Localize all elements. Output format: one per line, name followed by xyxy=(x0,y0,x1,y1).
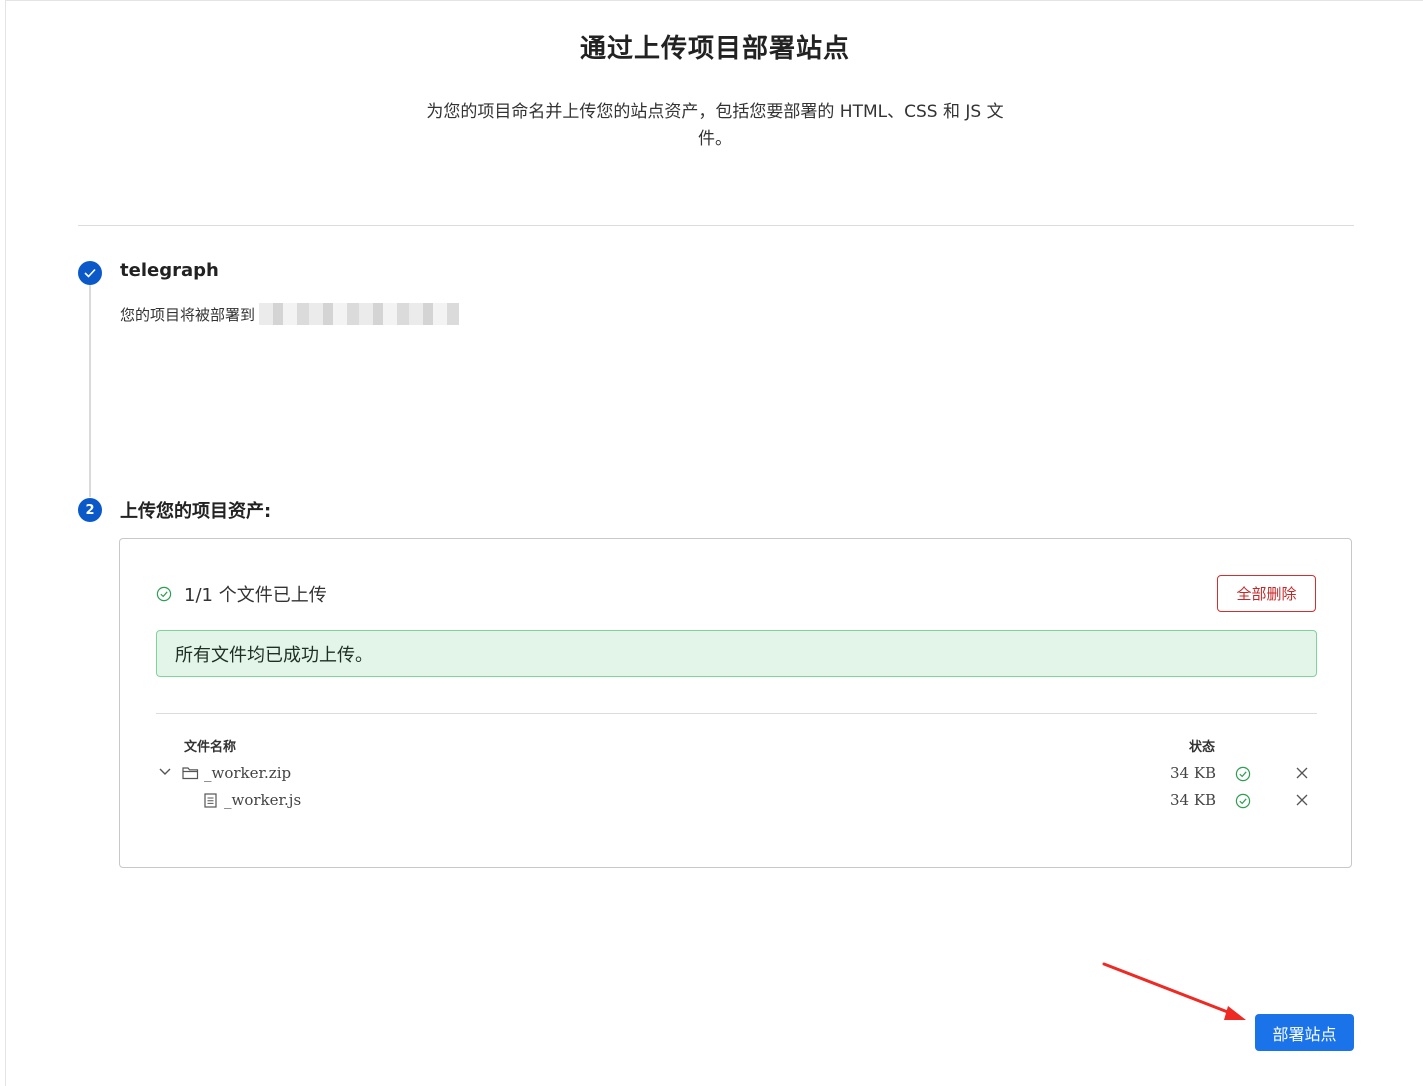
project-name: telegraph xyxy=(120,260,219,281)
upload-status-text: 1/1 个文件已上传 xyxy=(184,585,327,606)
deploy-target-text: 您的项目将被部署到 xyxy=(120,303,460,325)
blurred-url xyxy=(259,303,460,325)
file-name: _worker.js xyxy=(224,791,302,809)
file-icon xyxy=(204,793,217,808)
annotation-arrow-icon xyxy=(1102,962,1246,1020)
upload-status: 1/1 个文件已上传 xyxy=(156,581,327,607)
column-header-status: 状态 xyxy=(1189,740,1216,755)
folder-icon xyxy=(182,767,199,780)
check-circle-icon xyxy=(1235,766,1251,782)
file-row-folder: _worker.zip 34 KB xyxy=(120,764,1351,786)
stepper-line xyxy=(89,285,91,497)
check-circle-icon xyxy=(156,586,172,602)
deploy-site-button[interactable]: 部署站点 xyxy=(1255,1014,1354,1051)
upload-card: 1/1 个文件已上传 全部删除 所有文件均已成功上传。 文件名称 状态 _wor… xyxy=(119,538,1352,868)
file-row-file: _worker.js 34 KB xyxy=(120,791,1351,813)
success-alert: 所有文件均已成功上传。 xyxy=(156,630,1317,677)
page-description: 为您的项目命名并上传您的站点资产，包括您要部署的 HTML、CSS 和 JS 文… xyxy=(426,102,1004,149)
frame-top-border xyxy=(5,0,1423,1)
column-header-filename: 文件名称 xyxy=(184,740,237,755)
step2-title: 上传您的项目资产: xyxy=(120,501,272,522)
file-size: 34 KB xyxy=(1170,791,1217,809)
delete-all-button[interactable]: 全部删除 xyxy=(1217,575,1316,612)
remove-file-icon[interactable] xyxy=(1294,765,1310,781)
frame-left-border xyxy=(5,0,6,1086)
step1-complete-icon xyxy=(78,261,102,285)
file-name: _worker.zip xyxy=(204,764,292,782)
check-circle-icon xyxy=(1235,793,1251,809)
header-divider xyxy=(78,225,1354,226)
chevron-down-icon[interactable] xyxy=(158,767,172,777)
success-message: 所有文件均已成功上传。 xyxy=(175,644,373,666)
step2-number-badge: 2 xyxy=(78,498,102,522)
deploy-target-label: 您的项目将被部署到 xyxy=(120,305,256,324)
table-divider xyxy=(156,713,1317,714)
checkmark-icon xyxy=(84,268,96,278)
remove-file-icon[interactable] xyxy=(1294,792,1310,808)
page-title: 通过上传项目部署站点 xyxy=(579,34,850,64)
file-size: 34 KB xyxy=(1170,764,1217,782)
